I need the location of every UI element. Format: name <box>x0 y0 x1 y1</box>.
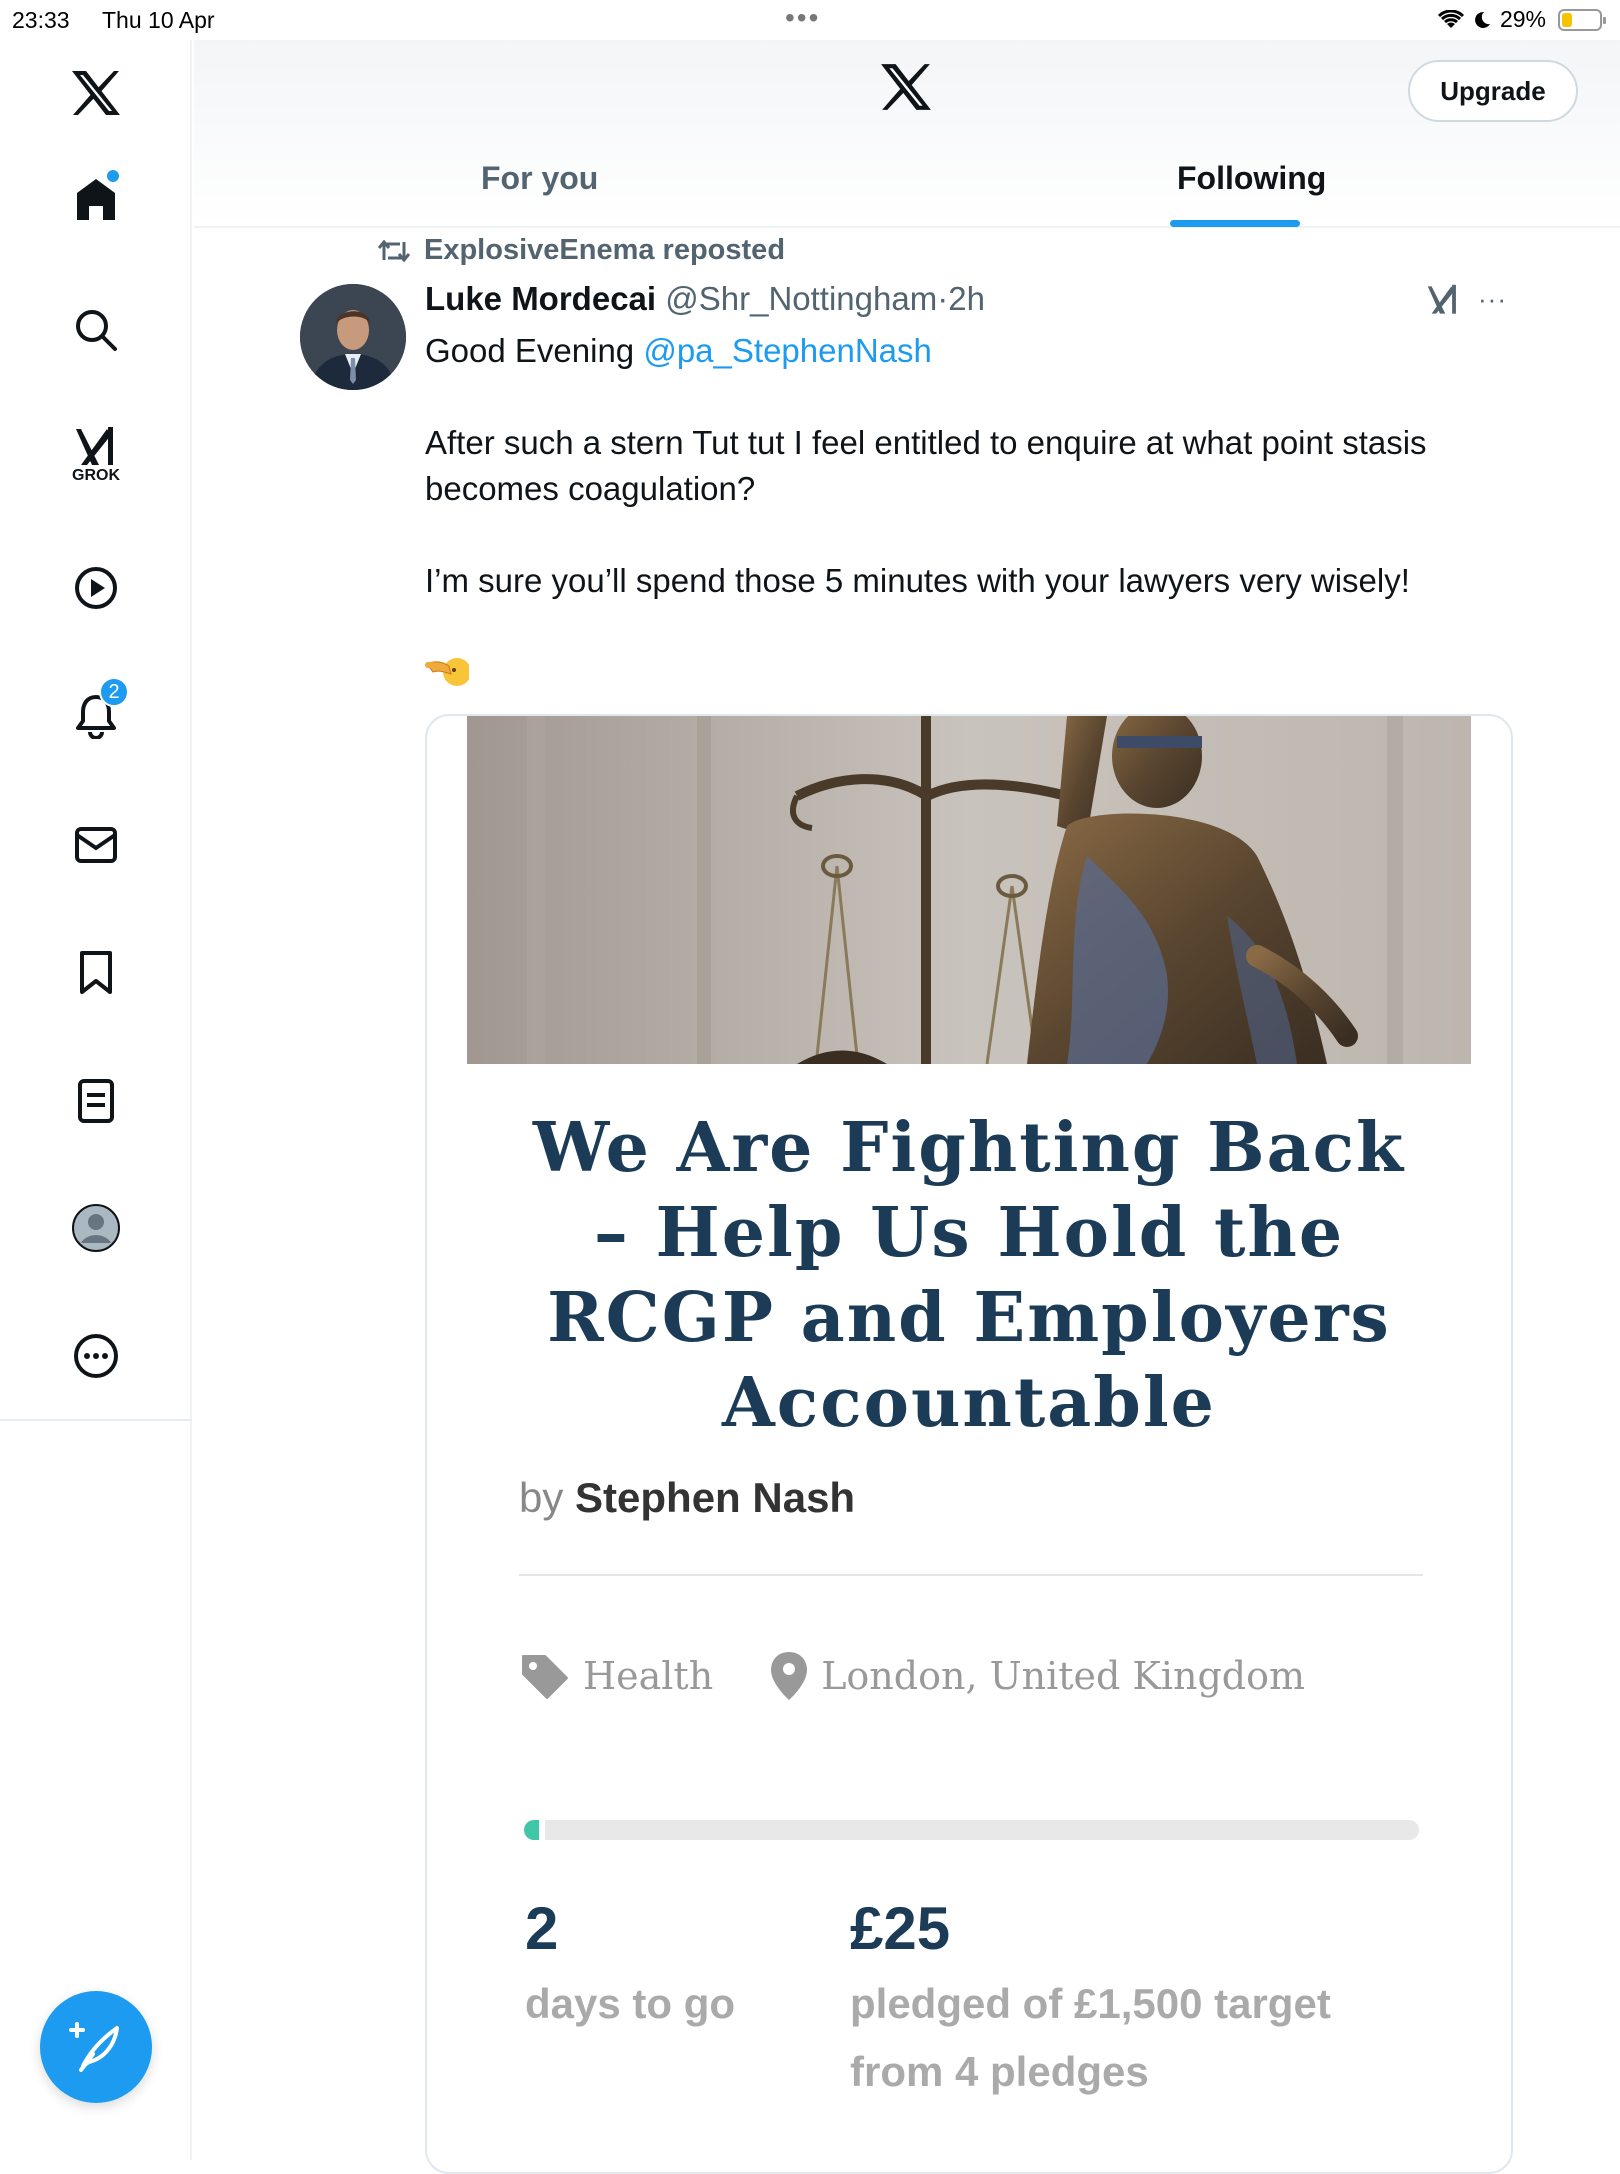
more-icon[interactable] <box>65 1325 127 1387</box>
avatar[interactable] <box>300 284 406 390</box>
author-name[interactable]: Luke Mordecai <box>425 280 656 317</box>
time-separator: · <box>937 280 949 317</box>
status-date: Thu 10 Apr <box>102 7 215 33</box>
x-logo-icon[interactable] <box>65 62 127 124</box>
campaign-author[interactable]: Stephen Nash <box>575 1474 855 1521</box>
tweet-greeting: Good Evening <box>425 332 635 369</box>
multitasking-dots-icon[interactable]: ••• <box>785 2 820 34</box>
wifi-icon <box>1437 9 1464 28</box>
tab-for-you[interactable]: For you <box>481 160 598 197</box>
home-icon[interactable] <box>65 168 127 230</box>
campaign-location: London, United Kingdom <box>821 1654 1306 1698</box>
video-icon[interactable] <box>65 557 127 619</box>
list-icon[interactable] <box>65 1070 127 1132</box>
tweet-emoji <box>425 650 1515 702</box>
author-handle[interactable]: @Shr_Nottingham <box>665 280 937 317</box>
home-unread-dot <box>107 170 119 182</box>
funding-progress-gap <box>539 1820 545 1840</box>
top-bar: Upgrade For you Following <box>194 40 1620 228</box>
notification-badge: 2 <box>99 677 129 707</box>
sidebar: GROK 2 <box>0 40 192 2160</box>
tweet-more-button[interactable]: ··· <box>1478 284 1507 315</box>
battery-percent: 29% <box>1499 6 1546 32</box>
campaign-title-line-2: – Help Us Hold the <box>593 1193 1345 1273</box>
upgrade-button[interactable]: Upgrade <box>1408 60 1578 122</box>
repost-indicator[interactable]: ExplosiveEnema reposted <box>378 234 785 267</box>
location-item: London, United Kingdom <box>769 1650 1305 1702</box>
pledged-amount: £25 <box>850 1895 951 1962</box>
tab-following[interactable]: Following <box>1177 160 1326 197</box>
days-to-go-label: days to go <box>525 1980 736 2027</box>
by-prefix: by <box>519 1474 564 1521</box>
days-to-go-value: 2 <box>525 1895 559 1962</box>
mention-link[interactable]: @pa_StephenNash <box>643 332 932 369</box>
campaign-title-line-4: Accountable <box>722 1363 1216 1443</box>
funding-progress-fill <box>524 1820 539 1840</box>
compose-button[interactable] <box>40 1991 152 2103</box>
search-icon[interactable] <box>65 299 127 361</box>
sidebar-divider <box>0 1419 192 1421</box>
tweet-greeting-line: Good Evening @pa_StephenNash <box>425 328 1515 374</box>
byline: by Stephen Nash <box>519 1474 855 1522</box>
campaign-title-line-1: We Are Fighting Back <box>532 1108 1406 1188</box>
category-item: Health <box>519 1652 713 1700</box>
moon-icon <box>1475 11 1490 28</box>
grok-icon[interactable]: GROK <box>65 424 127 486</box>
header-x-logo-icon[interactable] <box>879 62 933 117</box>
grok-label: GROK <box>72 467 120 484</box>
campaign-meta: Health London, United Kingdom <box>519 1650 1361 1702</box>
profile-icon[interactable] <box>65 1197 127 1259</box>
link-card[interactable]: We Are Fighting Back – Help Us Hold the … <box>425 714 1513 2174</box>
bookmark-icon[interactable] <box>65 942 127 1004</box>
tweet-paragraph-1: After such a stern Tut tut I feel entitl… <box>425 424 1427 507</box>
repost-icon <box>378 239 410 262</box>
status-time: 23:33 <box>12 7 70 33</box>
campaign-title-line-3: RCGP and Employers <box>547 1278 1391 1358</box>
location-pin-icon <box>771 1652 808 1700</box>
pledged-target-label: pledged of £1,500 target <box>850 1980 1331 2027</box>
campaign-category: Health <box>583 1654 714 1698</box>
funding-progress-track <box>525 1820 1419 1840</box>
campaign-title[interactable]: We Are Fighting Back – Help Us Hold the … <box>487 1106 1451 1446</box>
compose-icon <box>69 2022 119 2072</box>
repost-text: ExplosiveEnema reposted <box>424 234 786 266</box>
battery-fill <box>1562 12 1572 27</box>
active-tab-indicator <box>1170 220 1300 227</box>
status-right: 29% <box>1437 6 1606 33</box>
tag-icon <box>522 1655 568 1699</box>
mail-icon[interactable] <box>65 814 127 876</box>
battery-icon <box>1558 8 1606 31</box>
pledges-count-label: from 4 pledges <box>850 2048 1149 2095</box>
card-image-lady-justice[interactable] <box>467 716 1471 1064</box>
tweet-body: Good Evening @pa_StephenNash After such … <box>425 328 1515 748</box>
tweet-time[interactable]: 2h <box>948 280 985 317</box>
pointing-finger-emoji-icon <box>425 658 471 686</box>
tweet-paragraph-2: I’m sure you’ll spend those 5 minutes wi… <box>425 562 1410 599</box>
bell-icon[interactable]: 2 <box>65 677 129 747</box>
grok-explain-icon[interactable] <box>1424 282 1462 323</box>
status-bar: 23:33 Thu 10 Apr ••• 29% <box>0 0 1620 40</box>
tweet-author-line: Luke Mordecai @Shr_Nottingham·2h <box>425 280 985 318</box>
card-divider <box>519 1574 1423 1576</box>
